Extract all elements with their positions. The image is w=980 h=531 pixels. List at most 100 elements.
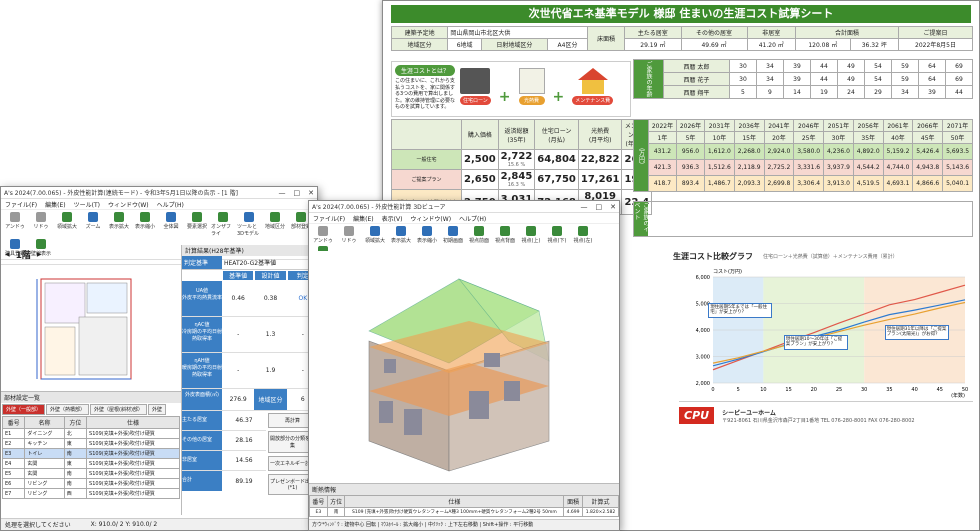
sheet-title: 次世代省エネ基準モデル 様邸 住まいの生涯コスト試算シート — [391, 5, 971, 23]
tool-button[interactable]: 表示縮小 — [133, 212, 157, 237]
menu-item[interactable]: ファイル(F) — [5, 200, 37, 209]
cum-value: 893.4 — [675, 175, 706, 192]
year: 2056年 — [852, 119, 884, 132]
tool-button[interactable]: 領域拡大 — [55, 212, 79, 237]
tool-icon — [218, 212, 228, 222]
menu-item[interactable]: ツール(T) — [74, 200, 100, 209]
tool-button[interactable]: リドゥ — [337, 226, 361, 244]
cum-value: 4,943.8 — [912, 159, 944, 176]
menu-item[interactable]: 表示(V) — [382, 214, 403, 223]
solar-value: A4区分 — [546, 38, 589, 51]
minimize-icon[interactable]: — — [279, 189, 286, 197]
tool-button[interactable]: 表示拡大 — [107, 212, 131, 237]
floor-selector[interactable]: 1階 — [16, 248, 31, 261]
tool-icon — [296, 212, 306, 222]
x-tick-label: 5 — [737, 387, 740, 393]
tool-icon — [474, 226, 484, 236]
maint-icon-group: メンテナンス費 — [572, 68, 614, 105]
list-cell: 南 — [63, 448, 88, 459]
tool-button[interactable]: ズーム — [81, 212, 105, 237]
menu-item[interactable]: ウィンドウ(W) — [108, 200, 149, 209]
menu-item[interactable]: ヘルプ(H) — [157, 200, 184, 209]
tool-button[interactable]: 視点(上) — [519, 226, 543, 244]
col-design: 設計値 — [254, 270, 287, 281]
cost-row: ご提案プラン2,6502,84516.3 %67,75017,26119.2 — [390, 169, 653, 190]
minimize-icon[interactable]: — — [581, 203, 588, 211]
part-tab[interactable]: 外壁（屋根(斜材)部） — [90, 404, 147, 415]
table-row[interactable]: E5 玄関南 S109(充填+外張)吹付け硬質 — [1, 468, 180, 479]
spec-value[interactable]: HEAT20-G2基準値 — [222, 256, 317, 269]
table-row[interactable]: E1 ダイニング北 S109(充填+外張)吹付け硬質 — [1, 428, 180, 439]
tool-button[interactable]: 視点(左) — [571, 226, 595, 244]
tool-button[interactable]: 初期画面 — [441, 226, 465, 244]
table-row[interactable]: E4 玄関東 S109(充填+外張)吹付け硬質 — [1, 458, 180, 469]
x-tick-label: 40 — [911, 387, 917, 393]
cum-value: 431.2 — [647, 143, 677, 160]
table-row[interactable]: E7 リビング西 S109(充填+外張)吹付け硬質 — [1, 488, 180, 499]
cum-value: 2,093.3 — [733, 175, 765, 192]
cum-value: 4,236.0 — [823, 143, 854, 160]
family-age: 49 — [836, 59, 865, 73]
cum-value: 3,331.6 — [793, 159, 825, 176]
list-cell: E7 — [1, 488, 26, 499]
3d-canvas[interactable] — [309, 251, 619, 483]
maximize-icon[interactable]: □ — [596, 203, 603, 211]
info-table: 番号 方位 仕様 面積 計算式 E3 南 S109 [充填+外張]吹付け硬質ウレタンフォーム… — [309, 495, 619, 517]
tool-button[interactable]: 表示拡大 — [389, 226, 413, 244]
cum-row: 418.7 893.4 1,486.7 2,093.3 2,699.8 3,306.4 3,… — [634, 175, 973, 192]
table-row[interactable]: E6 リビング南 S109(充填+外張)吹付け硬質 — [1, 478, 180, 489]
floor-area-section: 主たる居室 46.37 その他の居室 28.16 非居室 14.56 合計 89.19 … — [182, 411, 317, 497]
info-col-header: 番号 — [309, 495, 328, 508]
part-tab[interactable]: 外壁（一般部） — [2, 404, 46, 415]
house-roof-icon — [577, 68, 608, 80]
left-status: 処理を選択してください — [5, 522, 71, 529]
x-tick-label: 15 — [785, 387, 791, 393]
year-num: 25年 — [793, 131, 825, 144]
tool-button[interactable]: アンドゥ — [3, 212, 27, 237]
callout-text: 現住居期5年までは「一般住宅」が安上がり？ — [708, 303, 773, 318]
info-title: 断熱情報 — [309, 484, 619, 495]
mid-titlebar: A's 2024(7.00.065) - 外皮性能計算 3Dビューア — □ ✕ — [309, 201, 619, 213]
mid-title: A's 2024(7.00.065) - 外皮性能計算 3Dビューア — [312, 204, 446, 211]
cum-value: 1,486.7 — [704, 175, 735, 192]
tool-button[interactable]: 要素選択 — [185, 212, 209, 237]
tool-button[interactable]: 視点(下) — [545, 226, 569, 244]
x-axis-label: (年数) — [951, 392, 965, 398]
tool-button[interactable]: 領域拡大 — [363, 226, 387, 244]
floor-plan-canvas[interactable] — [1, 267, 181, 389]
part-tab[interactable]: 外壁 — [147, 404, 166, 415]
close-icon[interactable]: ✕ — [610, 203, 616, 211]
tool-button[interactable]: ツールと3Dモデル — [237, 212, 261, 237]
list-cell: S109(充填+外張)吹付け硬質 — [86, 488, 180, 499]
tool-button[interactable]: 表示縮小 — [415, 226, 439, 244]
nah-row: ηAH値 暖房期の平均日射熱取得率 - 1.9 - — [182, 353, 317, 389]
maximize-icon[interactable]: □ — [294, 189, 301, 197]
table-row[interactable]: E3 トイレ南 S109(充填+外張)吹付け硬質 — [1, 448, 180, 459]
menu-item[interactable]: ファイル(F) — [313, 214, 345, 223]
tool-button[interactable]: 地域区分 — [263, 212, 287, 237]
tool-icon — [578, 226, 588, 236]
cum-value: 956.0 — [675, 143, 706, 160]
tool-button[interactable]: アンドゥ — [311, 226, 335, 244]
menu-item[interactable]: 編集(E) — [45, 200, 65, 209]
floor-left-icon[interactable]: ◀ — [5, 251, 10, 258]
family-age: 54 — [863, 59, 892, 73]
mid-statusbar: 方ウ*ｳｨﾝﾄﾞｳ : 建物中心 回転 | ﾏｳｽﾎｲｰﾙ : 拡大縮小 | 中… — [309, 519, 619, 530]
menu-item[interactable]: 編集(E) — [353, 214, 373, 223]
part-tab[interactable]: 外壁（熱橋部） — [46, 404, 90, 415]
tool-button[interactable]: リドゥ — [29, 212, 53, 237]
part-list-tabs: 外壁（一般部） 外壁（熱橋部） 外壁（屋根(斜材)部） 外壁 — [1, 403, 181, 416]
floor-right-icon[interactable]: ▶ — [37, 251, 42, 258]
cum-value: 418.7 — [647, 175, 677, 192]
year: 2036年 — [733, 119, 765, 132]
family-age: 69 — [944, 59, 974, 73]
close-icon[interactable]: ✕ — [308, 189, 314, 197]
table-row[interactable]: E2 キッチン東 S109(充填+外張)吹付け硬質 — [1, 438, 180, 449]
tool-button[interactable]: オンザフライ — [211, 212, 235, 237]
tool-button[interactable]: 全体図 — [159, 212, 183, 237]
list-cell: S109(充填+外張)吹付け硬質 — [86, 468, 180, 479]
menu-item[interactable]: ウィンドウ(W) — [410, 214, 451, 223]
tool-button[interactable]: 視点背面 — [493, 226, 517, 244]
menu-item[interactable]: ヘルプ(H) — [459, 214, 486, 223]
tool-button[interactable]: 視点前面 — [467, 226, 491, 244]
